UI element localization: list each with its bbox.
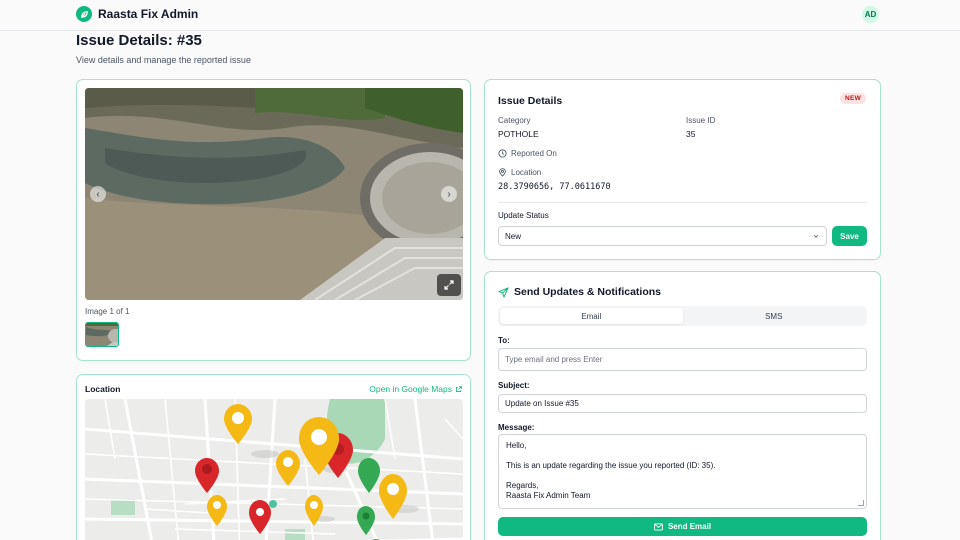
page-subtitle: View details and manage the reported iss… (76, 55, 251, 65)
page-title: Issue Details: #35 (76, 32, 202, 49)
status-select[interactable]: New (498, 226, 827, 246)
reported-on-label: Reported On (511, 149, 557, 158)
image-thumbnail[interactable] (85, 322, 119, 347)
chevron-down-icon (813, 234, 819, 238)
send-icon (498, 286, 509, 298)
location-map[interactable] (85, 399, 463, 540)
send-email-label: Send Email (667, 522, 712, 531)
message-line: Hello, (506, 441, 527, 450)
message-label: Message: (498, 423, 535, 432)
message-line: Raasta Fix Admin Team (506, 491, 591, 500)
location-label: Location (511, 168, 542, 177)
resize-handle[interactable] (858, 500, 864, 506)
message-line: This is an update regarding the issue yo… (506, 461, 716, 470)
reported-on-row: Reported On (498, 149, 557, 158)
category-value: POTHOLE (498, 129, 539, 139)
channel-tabs: Email SMS (498, 306, 867, 326)
avatar[interactable]: AD (862, 6, 879, 23)
send-email-button[interactable]: Send Email (498, 517, 867, 536)
issue-id-label: Issue ID (686, 116, 716, 125)
top-bar: Raasta Fix Admin AD (0, 0, 960, 31)
message-line (506, 451, 859, 461)
open-google-maps-link[interactable]: Open in Google Maps (369, 384, 462, 394)
issue-photo[interactable]: ‹ › (85, 88, 463, 300)
to-label: To: (498, 336, 510, 345)
category-label: Category (498, 116, 531, 125)
location-card: Location Open in Google Maps (76, 374, 471, 540)
message-line: Regards, (506, 481, 539, 490)
clock-icon (498, 149, 507, 158)
image-counter: Image 1 of 1 (85, 307, 130, 316)
map-pin-icon (499, 168, 506, 177)
notifications-title: Send Updates & Notifications (498, 286, 661, 298)
external-link-icon (455, 385, 462, 392)
next-image-button[interactable]: › (441, 186, 457, 202)
message-textarea[interactable]: Hello, This is an update regarding the i… (498, 434, 867, 509)
google-maps-link-label: Open in Google Maps (369, 384, 452, 394)
brand[interactable]: Raasta Fix Admin (76, 6, 198, 22)
tab-email[interactable]: Email (500, 308, 683, 324)
status-select-value: New (505, 231, 522, 241)
issue-details-card: Issue Details NEW Category POTHOLE Issue… (484, 79, 881, 260)
subject-label: Subject: (498, 381, 530, 390)
subject-input[interactable]: Update on Issue #35 (498, 394, 867, 413)
issue-details-title: Issue Details (498, 95, 563, 107)
location-row: Location (498, 168, 541, 177)
status-badge: NEW (840, 93, 867, 104)
save-button[interactable]: Save (832, 226, 867, 246)
to-input[interactable]: Type email and press Enter (498, 348, 867, 371)
tab-sms[interactable]: SMS (683, 308, 866, 324)
location-title: Location (85, 384, 121, 394)
app-name: Raasta Fix Admin (98, 7, 199, 21)
message-line (506, 471, 859, 481)
update-status-label: Update Status (498, 211, 549, 220)
prev-image-button[interactable]: ‹ (90, 186, 106, 202)
mail-icon (654, 522, 663, 531)
location-coordinates: 28.3790656, 77.0611670 (498, 182, 611, 192)
leaf-icon (76, 6, 92, 22)
image-card: ‹ › Image 1 of 1 (76, 79, 471, 361)
notifications-title-text: Send Updates & Notifications (514, 286, 662, 298)
notifications-card: Send Updates & Notifications Email SMS T… (484, 271, 881, 540)
expand-icon[interactable] (437, 274, 461, 296)
divider (498, 202, 867, 203)
issue-id-value: 35 (686, 129, 696, 139)
